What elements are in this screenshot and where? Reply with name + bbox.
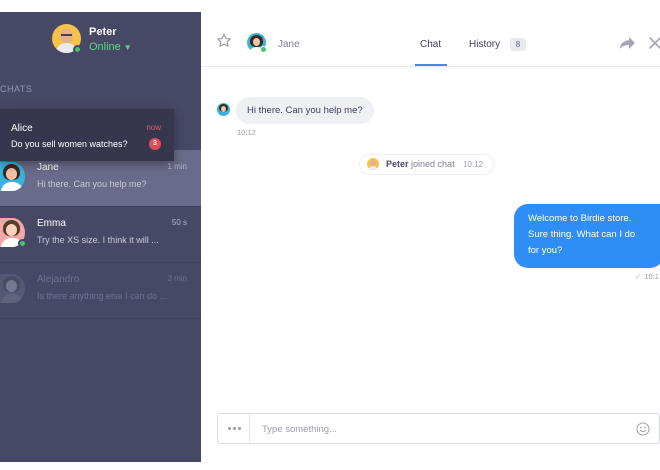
avatar [0, 274, 25, 303]
chat-item-name: Alice [11, 123, 33, 134]
unread-badge: 3 [149, 138, 161, 150]
chat-item-preview: Try the XS size. I think it will ... [37, 235, 159, 245]
system-message: Peter joined chat 10:12 [359, 154, 495, 175]
online-indicator [260, 46, 267, 53]
outgoing-message-bubble: Welcome to Birdie store. Sure thing. Wha… [514, 204, 660, 268]
chat-item-time: 50 s [171, 218, 187, 227]
chat-item-preview: Hi there. Can you help me? [37, 179, 147, 189]
sidebar: Peter Online ▼ CHATS Jane Hi there. Can y… [0, 12, 201, 462]
chat-item-alejandro[interactable]: Alejandro Is there anything else I can d… [0, 262, 201, 318]
chat-item-name: Jane [37, 162, 59, 173]
chat-item-name: Alejandro [37, 274, 80, 285]
chat-item-time: 1 min [167, 162, 187, 171]
chat-item-time: 3 min [167, 274, 187, 283]
chat-item-preview: Do you sell women watches? [11, 139, 128, 149]
chat-item-emma[interactable]: Emma Try the XS size. I think it will ..… [0, 206, 201, 262]
chat-header: Jane Chat History 8 [201, 12, 660, 67]
message-time: 10:12 [237, 128, 256, 137]
chevron-down-icon: ▼ [123, 43, 132, 52]
chats-section-label: CHATS [0, 84, 33, 94]
tab-history[interactable]: History [469, 39, 500, 50]
chat-item-time: now [146, 123, 161, 132]
divider [0, 318, 201, 319]
online-indicator [18, 239, 27, 248]
more-dots-icon[interactable] [218, 414, 250, 443]
user-name: Peter [89, 26, 117, 38]
chat-item-name: Emma [37, 218, 66, 229]
incoming-message-bubble: Hi there. Can you help me? [236, 97, 374, 124]
chat-item-alice-notification[interactable]: Alice Do you sell women watches? now 3 [0, 109, 174, 161]
status-dropdown[interactable]: Online ▼ [89, 41, 132, 53]
active-tab-indicator [415, 64, 447, 66]
message-time-value: 10:1 [644, 272, 659, 281]
message-input[interactable] [262, 420, 622, 438]
message-line: for you? [528, 245, 563, 256]
chat-item-preview: Is there anything else I can do ... [37, 291, 168, 301]
star-icon[interactable] [216, 33, 232, 49]
online-indicator [73, 45, 82, 54]
message-line: Welcome to Birdie store. [528, 213, 632, 224]
status-label: Online [89, 41, 121, 53]
emoji-icon[interactable] [636, 422, 650, 436]
history-count-badge: 8 [510, 38, 526, 51]
close-icon[interactable] [648, 36, 660, 50]
message-avatar [217, 103, 230, 116]
chat-pane: Jane Chat History 8 Hi there. Can you he… [201, 12, 660, 462]
system-message-time: 10:12 [463, 160, 484, 169]
forward-icon[interactable] [619, 35, 637, 51]
avatar [0, 162, 25, 191]
message-time: ✓ 10:1 [635, 272, 659, 281]
contact-name: Jane [278, 39, 300, 50]
message-composer [217, 413, 660, 444]
system-message-avatar [367, 158, 379, 170]
check-icon: ✓ [635, 272, 642, 281]
system-message-text: joined chat [411, 159, 455, 169]
tab-chat[interactable]: Chat [420, 39, 441, 50]
system-message-user: Peter [386, 159, 409, 169]
message-line: Sure thing. What can I do [528, 229, 636, 240]
